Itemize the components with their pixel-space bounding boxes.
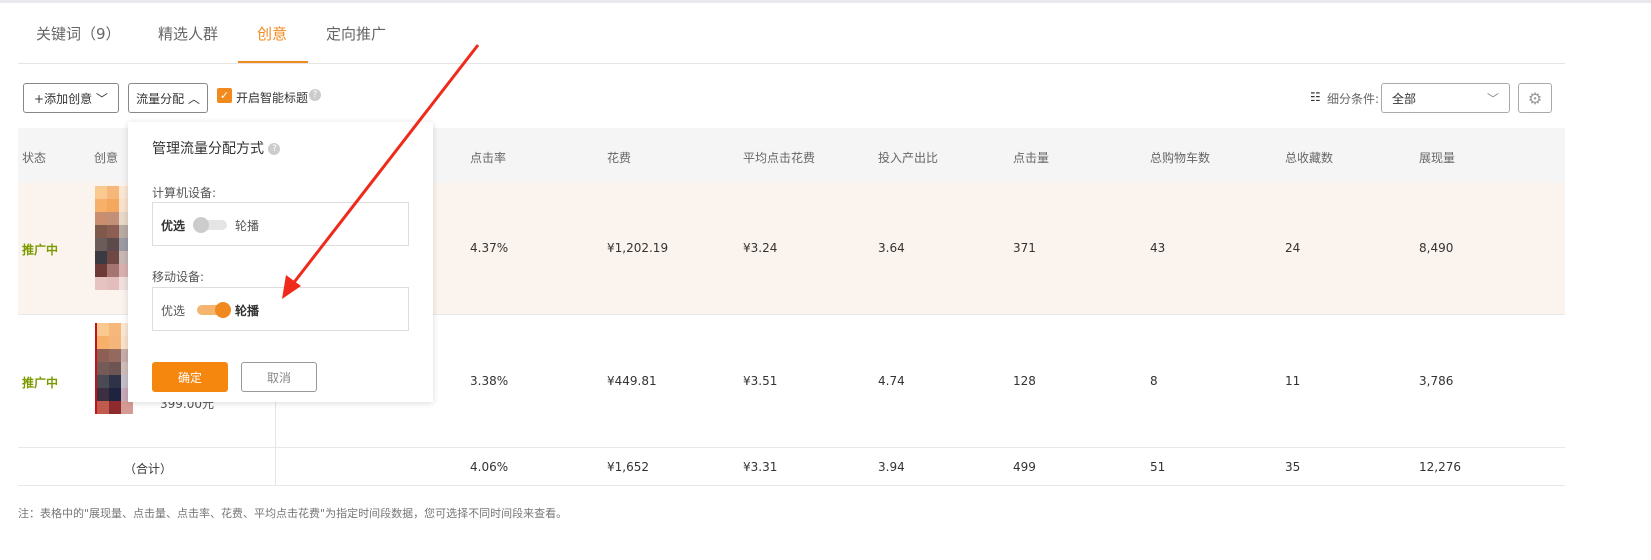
annotation-arrow <box>282 44 480 299</box>
arrow-shaft <box>290 44 480 286</box>
footnote: 注：表格中的"展现量、点击量、点击率、花费、平均点击花费"为指定时间段数据，您可… <box>18 507 568 520</box>
